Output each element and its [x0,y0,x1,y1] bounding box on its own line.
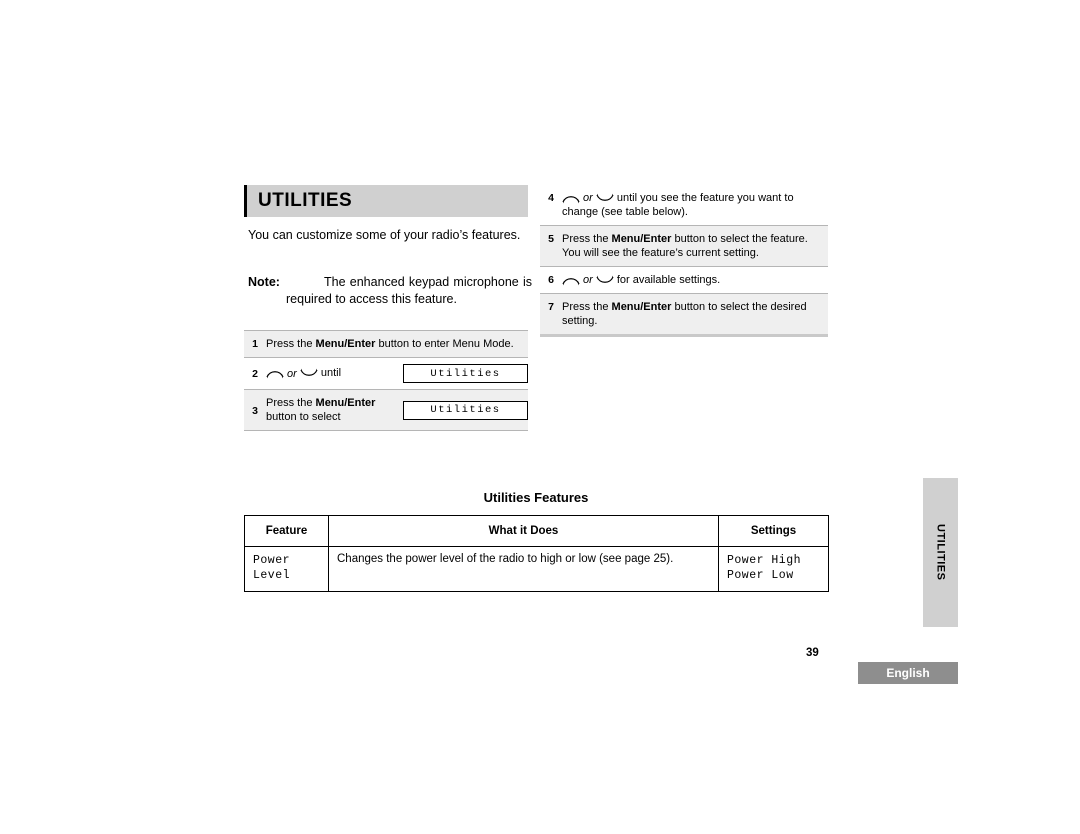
step-number: 2 [252,368,258,380]
page-number: 39 [806,647,819,659]
step-row: 2 or until Utilities [244,358,528,390]
language-tab: English [858,662,958,684]
page-title: UTILITIES [258,190,353,211]
step-row: 1 Press the Menu/Enter button to enter M… [244,330,528,358]
cell-feature: Power Level [244,546,329,592]
table-row: Power Level Changes the power level of t… [244,546,829,592]
nav-icon-group: or [266,367,318,381]
step-row: 7 Press the Menu/Enter button to select … [540,294,828,338]
step-number: 1 [252,338,258,350]
step-number: 7 [548,301,554,314]
language-label: English [886,666,930,680]
column-header-settings: Settings [718,515,829,547]
note-text: The enhanced keypad microphone is requir… [286,275,532,306]
features-table-caption: Utilities Features [483,490,589,505]
features-table: Feature What it Does Settings Power Leve… [244,515,829,592]
nav-up-icon [562,195,580,203]
column-header-what-it-does: What it Does [328,515,719,547]
step-text: Press the Menu/Enter button to select th… [562,301,807,328]
step-text: Press the Menu/Enter button to select th… [562,233,808,260]
nav-down-icon [596,193,614,201]
step-suffix: for available settings. [616,274,721,287]
step-number: 3 [252,404,258,417]
step-suffix: until [320,367,342,380]
intro-paragraph: You can customize some of your radio’s f… [248,228,521,242]
cell-what-it-does: Changes the power level of the radio to … [328,546,719,592]
note-label: Note: [248,275,280,289]
side-tab-label: UTILITIES [934,524,947,581]
step-number: 4 [548,192,554,204]
step-row: 5 Press the Menu/Enter button to select … [540,226,828,268]
nav-down-icon [300,368,318,376]
or-label: or [287,367,297,380]
step-number: 5 [548,233,554,246]
step-text: Press the Menu/Enter button to select [266,397,376,423]
step-number: 6 [548,274,554,287]
note-block: Note: The enhanced keypad microphone is … [248,274,532,307]
lcd-display: Utilities [403,364,528,383]
nav-down-icon [596,275,614,283]
cell-settings: Power High Power Low [718,546,829,592]
nav-up-icon [562,277,580,285]
lcd-display: Utilities [403,400,528,420]
step-text: Press the Menu/Enter button to enter Men… [266,338,514,350]
step-text: or until [266,366,403,380]
step-row: 3 Press the Menu/Enter button to select … [244,390,528,431]
column-header-feature: Feature [244,515,329,547]
steps-right-column: 4 or until you see the feature you want … [540,185,828,338]
nav-up-icon [266,371,284,379]
step-row: 6 or for available settings. [540,267,828,295]
nav-icon-group: or [562,273,614,287]
table-header-row: Feature What it Does Settings [244,515,829,547]
or-label: or [583,192,593,205]
document-page: UTILITIES You can customize some of your… [0,0,1080,834]
section-side-tab: UTILITIES [923,478,958,627]
or-label: or [583,274,593,287]
section-title-bar: UTILITIES [244,185,528,217]
step-text: or until you see the feature you want to… [562,191,828,219]
step-text: or for available settings. [562,273,828,287]
steps-left-column: 1 Press the Menu/Enter button to enter M… [244,330,528,431]
nav-icon-group: or [562,191,614,205]
step-row: 4 or until you see the feature you want … [540,185,828,227]
